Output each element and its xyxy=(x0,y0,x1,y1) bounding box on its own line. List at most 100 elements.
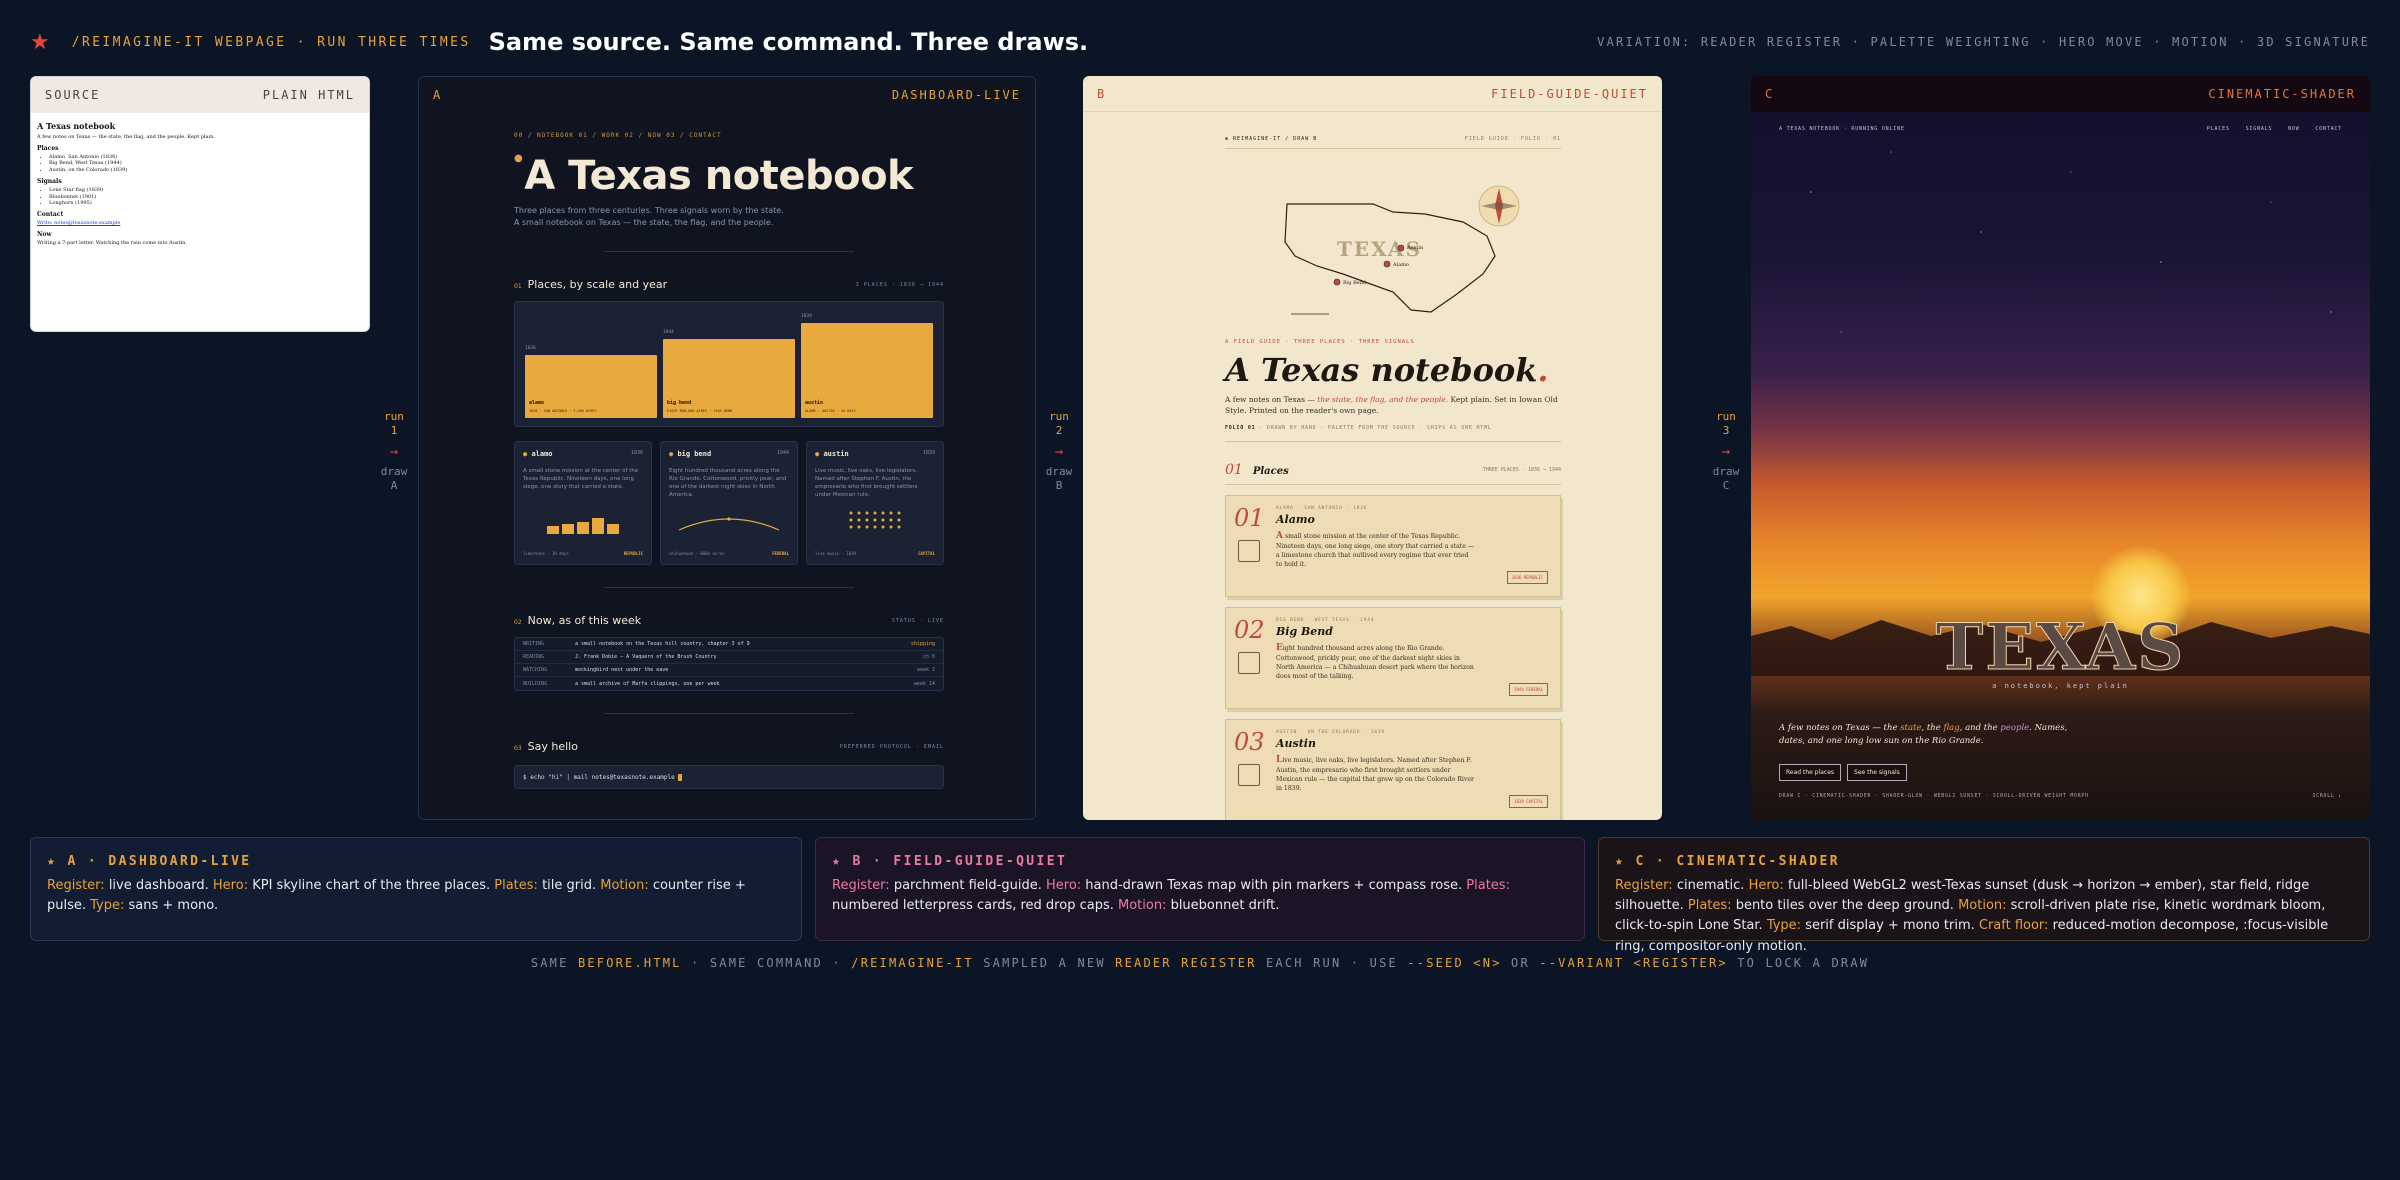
caption-a-text: Register: live dashboard. Hero: KPI skyl… xyxy=(47,878,746,914)
table-row: WATCHING mockingbird nest under the eave w… xyxy=(515,664,943,677)
chart-bar-label: big bend xyxy=(667,400,692,406)
draw-b-lede: A few notes on Texas — the state, the fl… xyxy=(1225,395,1558,415)
draw-a-title: ●A Texas notebook xyxy=(514,153,914,199)
run-marker-2: run 2 → draw B xyxy=(1039,410,1079,493)
nav-places[interactable]: PLACES xyxy=(2207,126,2230,132)
source-contact-heading: Contact xyxy=(37,211,64,219)
draw-a-nav[interactable]: 00 / NOTEBOOK 01 / WORK 02 / NOW 03 / CO… xyxy=(514,132,944,139)
page-title: Same source. Same command. Three draws. xyxy=(488,28,1089,56)
dot-icon: ● xyxy=(514,153,523,164)
source-body: A Texas notebook A few notes on Texas — … xyxy=(31,113,369,253)
nav-contact[interactable]: CONTACT xyxy=(2315,126,2342,132)
draw-a-header: A DASHBOARD-LIVE xyxy=(419,77,1035,113)
list-item: Bluebonnet (1901) xyxy=(49,194,363,201)
run-marker-3: run 3 → draw C xyxy=(1706,410,1746,493)
draw-c-panel: C CINEMATIC-SHADER A TEXAS NOTEBOOK · RU… xyxy=(1751,76,2370,820)
stamp: 1839 CAPITAL xyxy=(1509,794,1548,808)
draw-b-places-heading: 01 Places THREE PLACES · 1836 → 1944 xyxy=(1225,462,1561,485)
draw-b-name: FIELD-GUIDE-QUIET xyxy=(1491,86,1648,101)
bars-icon xyxy=(515,508,651,534)
list-item: Austin, on the Colorado (1839) xyxy=(49,167,363,174)
compass-rose-icon xyxy=(1478,185,1520,227)
source-signals-heading: Signals xyxy=(37,177,62,185)
chart-bar-label: alamo xyxy=(529,400,545,406)
draw-a-places-heading: 01 Places, by scale and year 3 PLACES · 1… xyxy=(514,278,944,291)
kpi-skyline-chart: 1836 alamo 1836 · SAN ANTONIO · 7,500 ACRE… xyxy=(514,301,944,427)
arrow-right-icon: → xyxy=(1054,443,1064,460)
card-alamo[interactable]: 01 ALAMO · SAN ANTONIO · 1836 Alamo A sm… xyxy=(1225,494,1561,597)
draw-b-folio: FOLIO 01 · DRAWN BY HAND · PALETTE FROM … xyxy=(1225,425,1561,442)
arrow-right-icon: → xyxy=(1721,443,1731,460)
svg-text:Big Bend: Big Bend xyxy=(1343,280,1367,286)
arc-icon xyxy=(678,517,780,531)
read-places-button[interactable]: Read the places xyxy=(1779,764,1842,781)
svg-text:Austin: Austin xyxy=(1406,245,1424,251)
draw-a-letter: A xyxy=(433,88,443,102)
mountain-icon xyxy=(1238,651,1260,674)
chart-bar-year-label: 1944 xyxy=(663,330,674,336)
nav-now[interactable]: NOW xyxy=(2288,126,2299,132)
source-panel-header: SOURCE PLAIN HTML xyxy=(31,77,369,113)
mission-icon xyxy=(1238,539,1260,562)
draw-a-hello-heading: 03 Say hello PREFERRED PROTOCOL · EMAIL xyxy=(514,740,944,753)
draw-a-panel: A DASHBOARD-LIVE 00 / NOTEBOOK 01 / WORK… xyxy=(418,76,1036,820)
draw-b-header: B FIELD-GUIDE-QUIET xyxy=(1083,76,1662,112)
draw-b-title: A Texas notebook. xyxy=(1225,351,1549,389)
breadcrumb: /REIMAGINE-IT WEBPAGE · RUN THREE TIMES xyxy=(71,34,471,50)
draw-c-nav: A TEXAS NOTEBOOK · RUNNING ONLINE PLACES… xyxy=(1779,126,2342,132)
draw-a-name: DASHBOARD-LIVE xyxy=(891,88,1021,102)
tile-austin[interactable]: ● austin 1839 Live music, live oaks, liv… xyxy=(806,441,944,565)
dot-grid-icon xyxy=(849,511,901,529)
svg-text:Alamo: Alamo xyxy=(1392,262,1409,268)
draw-a-now-heading: 02 Now, as of this week STATUS · LIVE xyxy=(514,614,944,627)
table-row: WRITING a small notebook on the Texas hil… xyxy=(515,638,943,651)
caption-c: ★ C · CINEMATIC-SHADER Register: cinemat… xyxy=(1598,837,2370,954)
caption-b: ★ B · FIELD-GUIDE-QUIET Register: parchm… xyxy=(815,837,1585,941)
tile-big-bend[interactable]: ● big bend 1944 Eight hundred thousand a… xyxy=(660,441,798,565)
stamp: 1944 FEDERAL xyxy=(1509,682,1548,696)
source-panel: SOURCE PLAIN HTML A Texas notebook A few… xyxy=(30,76,370,332)
variation-legend: VARIATION: READER REGISTER · PALETTE WEI… xyxy=(1597,35,2370,49)
caption-a: ★ A · DASHBOARD-LIVE Register: live dash… xyxy=(30,837,802,941)
draw-c-kicker: DUSK · 1836 · WEST TEXAS SUNSET xyxy=(1779,578,1935,584)
source-title: A Texas notebook xyxy=(37,121,116,131)
arrow-right-icon: → xyxy=(389,443,399,460)
source-label: SOURCE xyxy=(45,88,101,102)
source-contact-link[interactable]: Write: notes@texasnote.example xyxy=(37,220,120,226)
draw-a-tile-grid: ● alamo 1836 A small stone mission at th… xyxy=(514,441,944,565)
see-signals-button[interactable]: See the signals xyxy=(1847,764,1907,781)
draw-a-subtitle: Three places from three centuries. Three… xyxy=(514,206,784,227)
draw-c-footer: DRAW C · CINEMATIC-SHADER · SHADER-GLOW … xyxy=(1779,794,2342,799)
source-now-heading: Now xyxy=(37,231,52,239)
draw-c-letter: C xyxy=(1765,87,1775,101)
caption-b-title: ★ B · FIELD-GUIDE-QUIET xyxy=(832,854,1068,869)
chart-bar-alamo: 1836 alamo 1836 · SAN ANTONIO · 7,500 ACRE… xyxy=(525,346,657,418)
draw-c-header: C CINEMATIC-SHADER xyxy=(1751,76,2370,112)
card-big-bend[interactable]: 02 BIG BEND · WEST TEXAS · 1944 Big Bend… xyxy=(1225,606,1561,709)
nav-signals[interactable]: SIGNALS xyxy=(2246,126,2273,132)
chart-bar-sublabel: 1836 · SAN ANTONIO · 7,500 ACRES xyxy=(529,409,597,413)
draw-b-panel: B FIELD-GUIDE-QUIET ● REIMAGINE-IT / DRA… xyxy=(1083,76,1662,820)
caption-a-title: ★ A · DASHBOARD-LIVE xyxy=(47,854,252,869)
source-intro: A few notes on Texas — the state, the fl… xyxy=(37,133,215,140)
draw-c-lede: A few notes on Texas — the state, the fl… xyxy=(1779,723,2068,746)
chart-bar-austin: 1839 austin ALAMO · AUSTIN · 44 DAYS xyxy=(801,314,933,418)
card-austin[interactable]: 03 AUSTIN · ON THE COLORADO · 1839 Austi… xyxy=(1225,718,1561,820)
draw-b-masthead: ● REIMAGINE-IT / DRAW B FIELD GUIDE · FO… xyxy=(1225,136,1561,149)
run-marker-1: run 1 → draw A xyxy=(374,410,414,493)
top-bar: ★ /REIMAGINE-IT WEBPAGE · RUN THREE TIME… xyxy=(30,26,2370,58)
source-kind: PLAIN HTML xyxy=(262,88,355,102)
chart-bar-year-label: 1839 xyxy=(801,314,812,320)
chart-bar-year-label: 1836 xyxy=(525,345,536,351)
caption-c-title: ★ C · CINEMATIC-SHADER xyxy=(1615,854,1840,869)
draw-b-letter: B xyxy=(1097,86,1107,101)
chart-bar-sublabel: ALAMO · AUSTIN · 44 DAYS xyxy=(805,409,856,413)
star-field xyxy=(1810,151,2332,333)
caption-c-text: Register: cinematic. Hero: full-bleed We… xyxy=(1615,878,2329,954)
tile-alamo[interactable]: ● alamo 1836 A small stone mission at th… xyxy=(514,441,652,565)
table-row: BUILDING a small archive of Marfa clippin… xyxy=(523,680,935,687)
now-table: WRITING a small notebook on the Texas hil… xyxy=(514,637,944,691)
capitol-icon xyxy=(1238,763,1260,786)
draw-c-tagline: a notebook, kept plain xyxy=(1992,682,2129,690)
terminal-input[interactable]: $ echo "hi" | mail notes@texasnote.examp… xyxy=(514,765,944,789)
